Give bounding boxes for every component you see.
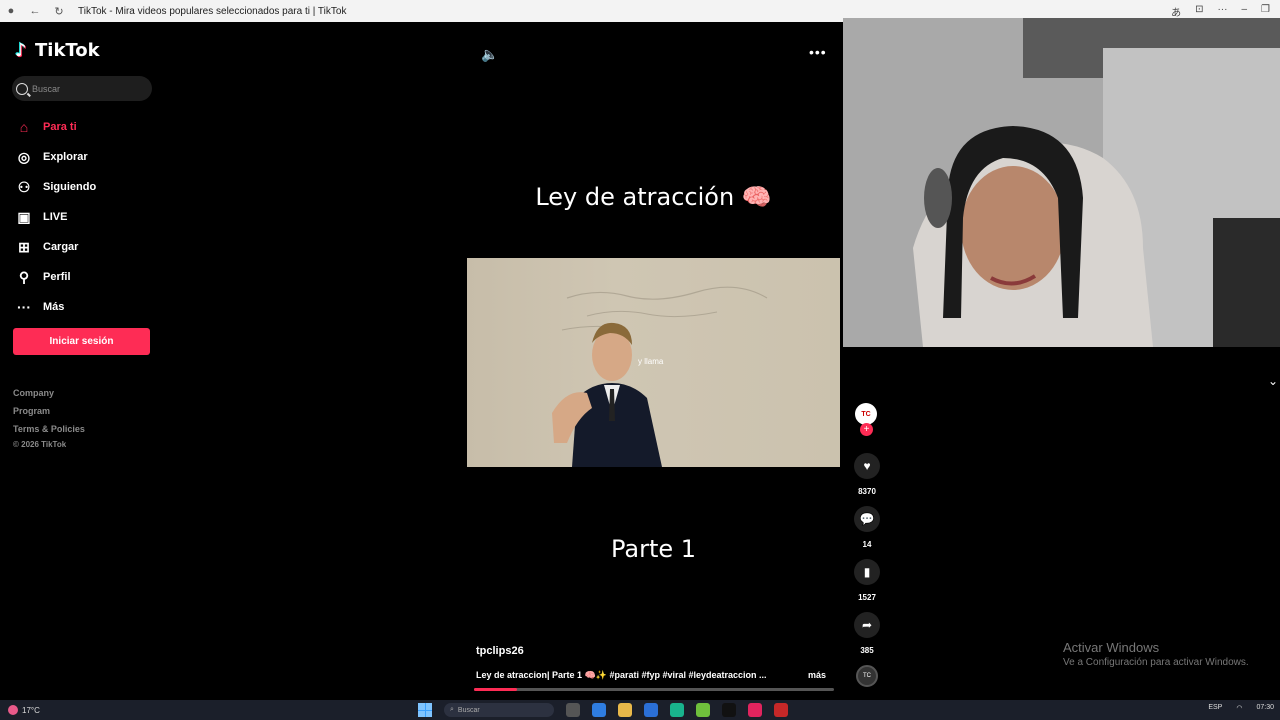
- share-icon[interactable]: ➦: [854, 612, 880, 638]
- back-icon[interactable]: ←: [28, 5, 42, 17]
- video-part-label: Parte 1: [610, 535, 697, 563]
- video-options-icon[interactable]: •••: [809, 44, 827, 60]
- weather-icon: [8, 705, 18, 715]
- music-disc-icon[interactable]: TC: [856, 665, 878, 687]
- sidebar-item-perfil[interactable]: ⚲ Perfil: [14, 262, 164, 292]
- footer-link-program[interactable]: Program: [13, 402, 85, 420]
- activation-subtitle: Ve a Configuración para activar Windows.: [1063, 657, 1249, 668]
- video-progress-bar[interactable]: [474, 688, 834, 691]
- browser-menu-icon[interactable]: ···: [1217, 4, 1227, 19]
- following-icon: ⚇: [17, 178, 31, 195]
- search-icon: [16, 82, 28, 95]
- wifi-icon[interactable]: ◠: [1236, 704, 1242, 712]
- search-placeholder: Buscar: [32, 83, 61, 94]
- temperature: 17°C: [22, 705, 40, 715]
- sidebar: ♪ TikTok Buscar ⌂ Para ti ◎ Explorar ⚇ S…: [0, 22, 165, 700]
- store-icon[interactable]: [644, 703, 658, 717]
- save-count: 1527: [858, 593, 876, 602]
- sidebar-item-cargar[interactable]: ⊞ Cargar: [14, 232, 164, 262]
- login-button[interactable]: Iniciar sesión: [13, 328, 150, 355]
- comment-action[interactable]: 💬 14: [852, 506, 882, 549]
- compass-icon: ◎: [17, 148, 31, 165]
- more-icon: ···: [17, 299, 31, 315]
- sidebar-item-siguiendo[interactable]: ⚇ Siguiendo: [14, 172, 164, 202]
- restore-icon[interactable]: ❐: [1261, 4, 1270, 19]
- chrome-icon[interactable]: [670, 703, 684, 717]
- video-caption: y llama: [638, 357, 664, 366]
- tab-title: TikTok - Mira videos populares seleccion…: [78, 5, 347, 17]
- speaker-figure: [552, 322, 662, 467]
- browser-logo-icon: ●: [7, 5, 15, 17]
- weather-widget[interactable]: 17°C: [8, 705, 40, 715]
- share-action[interactable]: ➦ 385: [852, 612, 882, 655]
- bookmark-icon[interactable]: ▮: [854, 559, 880, 585]
- sidebar-item-label: Para ti: [43, 121, 77, 133]
- comment-count: 14: [862, 540, 872, 549]
- comment-icon[interactable]: 💬: [854, 506, 880, 532]
- tiktok-note-icon: ♪: [15, 39, 27, 61]
- system-tray: ESP ◠ 07:30: [1208, 704, 1274, 712]
- sidebar-item-explorar[interactable]: ◎ Explorar: [14, 142, 164, 172]
- logo-text: TikTok: [35, 40, 100, 61]
- description-more-link[interactable]: más: [808, 670, 826, 680]
- windows-taskbar: 17°C ⌕ Buscar ESP ◠ 07:30: [0, 700, 1280, 720]
- sidebar-item-para-ti[interactable]: ⌂ Para ti: [14, 112, 164, 142]
- taskbar-search-placeholder: Buscar: [457, 706, 480, 714]
- scroll-down-icon[interactable]: ⌄: [1268, 374, 1278, 388]
- save-action[interactable]: ▮ 1527: [852, 559, 882, 602]
- minimize-icon[interactable]: –: [1241, 4, 1247, 19]
- sidebar-item-mas[interactable]: ··· Más: [14, 292, 164, 322]
- sidebar-item-label: Perfil: [43, 271, 71, 283]
- sidebar-menu: ⌂ Para ti ◎ Explorar ⚇ Siguiendo ▣ LIVE …: [14, 112, 164, 322]
- heart-icon[interactable]: ♥: [854, 453, 880, 479]
- copyright: © 2026 TikTok: [13, 440, 67, 449]
- taskbar-search[interactable]: ⌕ Buscar: [444, 703, 554, 717]
- video-frame[interactable]: y llama: [467, 258, 840, 467]
- activation-title: Activar Windows: [1063, 640, 1160, 655]
- tiktok-taskbar-icon[interactable]: [722, 703, 736, 717]
- volume-icon[interactable]: 🔈: [481, 46, 498, 63]
- edge-icon[interactable]: [592, 703, 606, 717]
- sidebar-item-label: Más: [43, 301, 65, 313]
- clock[interactable]: 07:30: [1256, 704, 1274, 712]
- video-description: Ley de atraccion| Parte 1 🧠✨ #parati #fy…: [476, 670, 767, 680]
- sidebar-item-label: LIVE: [43, 211, 68, 223]
- like-count: 8370: [858, 487, 876, 496]
- task-view-icon[interactable]: [566, 703, 580, 717]
- profile-icon: ⚲: [18, 268, 30, 285]
- app2-icon[interactable]: [774, 703, 788, 717]
- video-username[interactable]: tpclips26: [476, 645, 524, 657]
- language-indicator[interactable]: ESP: [1208, 704, 1222, 712]
- start-button[interactable]: [418, 703, 432, 717]
- follow-plus-icon[interactable]: +: [860, 423, 873, 436]
- upload-icon: ⊞: [18, 238, 30, 255]
- sidebar-item-live[interactable]: ▣ LIVE: [14, 202, 164, 232]
- webcam-overlay: [843, 18, 1280, 347]
- footer-link-company[interactable]: Company: [13, 384, 85, 402]
- share-count: 385: [860, 646, 874, 655]
- search-input[interactable]: Buscar: [12, 76, 152, 101]
- reload-icon[interactable]: ↻: [52, 5, 66, 18]
- video-title: Ley de atracción 🧠: [535, 183, 772, 211]
- browser-nav: ● ← ↻: [0, 5, 66, 18]
- webcam-person-image: [843, 18, 1280, 347]
- video-progress-fill: [474, 688, 518, 691]
- sidebar-item-label: Cargar: [43, 241, 79, 253]
- install-app-icon[interactable]: ⊡: [1195, 4, 1203, 19]
- file-explorer-icon[interactable]: [618, 703, 632, 717]
- footer-links: Company Program Terms & Policies © 2026 …: [13, 384, 85, 452]
- footer-link-terms[interactable]: Terms & Policies: [13, 420, 85, 438]
- youtube-icon[interactable]: [748, 703, 762, 717]
- author-avatar[interactable]: TC: [855, 403, 877, 425]
- tiktok-logo[interactable]: ♪ TikTok: [15, 40, 100, 61]
- app-icon[interactable]: [696, 703, 710, 717]
- like-action[interactable]: ♥ 8370: [852, 453, 882, 496]
- live-icon: ▣: [17, 208, 31, 225]
- taskbar-search-icon: ⌕: [450, 706, 454, 713]
- sidebar-item-label: Siguiendo: [43, 181, 97, 193]
- home-icon: ⌂: [19, 119, 29, 135]
- translate-icon[interactable]: あ: [1171, 4, 1181, 19]
- sidebar-item-label: Explorar: [43, 151, 88, 163]
- windows-activation-watermark: Activar Windows Ve a Configuración para …: [1063, 640, 1249, 668]
